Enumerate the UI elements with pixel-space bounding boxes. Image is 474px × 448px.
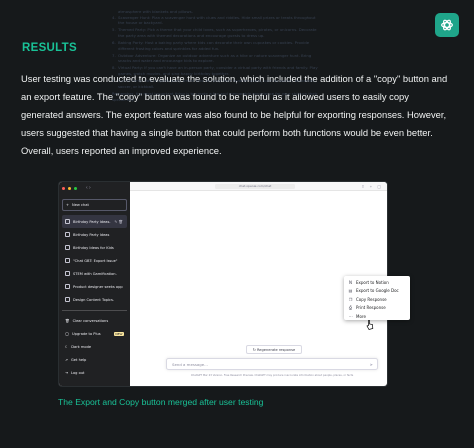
doc-icon: ▤ <box>348 288 353 294</box>
more-icon: ⋯ <box>348 313 353 319</box>
list-item: 8. Virtual Party: If you can't have an in… <box>112 65 318 76</box>
sidebar-chat-label: Birthday Party Ideas <box>73 232 110 237</box>
log-out-button[interactable]: ⇥ Log out <box>62 367 127 380</box>
browser-toolbar: chat.openai.com/chat ⇪ + ▢ <box>130 182 387 191</box>
sidebar-bottom-label: Upgrade to Plus <box>72 332 101 336</box>
list-item: 5. Themed Party: Pick a theme that your c… <box>112 27 317 38</box>
print-response-item[interactable]: ⎙ Print Response <box>344 304 410 313</box>
more-item[interactable]: ⋯ More <box>344 312 410 321</box>
chat-bubble-icon <box>65 297 70 302</box>
get-help-link[interactable]: ↗ Get help <box>62 354 127 367</box>
send-icon[interactable]: ➤ <box>370 359 373 370</box>
close-dot-icon[interactable] <box>62 186 65 190</box>
notion-icon: N <box>349 279 352 285</box>
moon-icon: ☾ <box>65 345 69 349</box>
new-chat-button[interactable]: + New chat <box>62 199 127 211</box>
sidebar-chat-item[interactable]: STEM with Gamification. <box>62 267 127 280</box>
window-controls: ‹ › <box>59 182 130 191</box>
logout-icon: ⇥ <box>65 371 69 375</box>
refresh-icon: ↻ <box>252 348 256 352</box>
chat-bubble-icon <box>65 258 70 263</box>
disclaimer-text: ChatGPT Mar 23 Version. Free Research Pr… <box>190 374 354 377</box>
section-title: RESULTS <box>22 42 77 54</box>
clear-conversations-button[interactable]: 🗑 Clear conversations <box>62 315 127 328</box>
export-copy-menu: N Export to Notion ▤ Export to Google Doc … <box>344 276 410 320</box>
chatgpt-screenshot: ‹ › + New chat Birthday Party Ideas. ✎🗑 … <box>59 182 387 386</box>
figure-caption: The Export and Copy button merged after … <box>58 397 264 407</box>
list-item: 6. Baking Party: Host a baking party wher… <box>112 39 310 51</box>
sidebar-chat-item[interactable]: Birthday Ideas for Kids <box>62 241 127 254</box>
response-closing: Remember, the most important thing is to… <box>112 91 318 102</box>
sidebar-bottom-label: Dark mode <box>71 345 92 349</box>
list-item: 9. Sports Party: Host a sports party wher… <box>112 78 316 89</box>
new-chat-label: New chat <box>72 203 89 207</box>
chat-bubble-icon <box>65 245 70 250</box>
back-forward-icon[interactable]: ‹ › <box>86 185 91 191</box>
export-google-doc-item[interactable]: ▤ Export to Google Doc <box>344 287 410 296</box>
copy-response-item[interactable]: ❐ Copy Response <box>344 295 410 304</box>
minimize-dot-icon[interactable] <box>68 186 71 190</box>
edit-delete-icon[interactable]: ✎🗑 <box>114 220 124 224</box>
sidebar-chat-label: Birthday Ideas for Kids <box>73 245 114 250</box>
sidebar-bottom-label: Clear conversations <box>72 319 109 323</box>
print-icon: ⎙ <box>348 305 353 311</box>
sidebar-chat-item[interactable]: Product designer seeks opp <box>62 280 127 293</box>
external-link-icon: ↗ <box>65 358 69 362</box>
plus-icon: + <box>66 203 70 207</box>
regenerate-button[interactable]: ↻ Regenerate response <box>246 345 302 354</box>
message-placeholder: Send a message... <box>172 362 208 367</box>
browser-action-icons[interactable]: ⇪ + ▢ <box>361 184 383 189</box>
chat-response: atmosphere with blankets and pillows. 4.… <box>112 9 318 102</box>
dark-mode-toggle[interactable]: ☾ Dark mode <box>62 341 127 354</box>
sidebar-chat-label: Product designer seeks opp <box>73 284 123 289</box>
trash-icon: 🗑 <box>65 319 70 323</box>
chat-bubble-icon <box>65 284 70 289</box>
chat-bubble-icon <box>65 271 70 276</box>
upgrade-plus-button[interactable]: ◯ Upgrade to Plus NEW <box>62 328 127 341</box>
sidebar-chat-item[interactable]: Design Content Topics. <box>62 293 127 306</box>
new-badge: NEW <box>113 332 124 336</box>
sidebar-chat-item[interactable]: Birthday Party Ideas. ✎🗑 <box>62 215 127 228</box>
sidebar-chat-item[interactable]: "Chat GBT: Export Issue" <box>62 254 127 267</box>
sidebar-chat-label: Design Content Topics. <box>73 297 115 302</box>
sidebar-bottom-label: Get help <box>71 358 87 362</box>
sidebar-divider <box>62 310 127 311</box>
response-list: 4. Scavenger Hunt: Plan a scavenger hunt … <box>112 15 318 90</box>
list-item: 7. Outdoor Adventure: Organize an outdoor… <box>112 52 312 64</box>
export-notion-item[interactable]: N Export to Notion <box>344 278 410 287</box>
address-bar[interactable]: chat.openai.com/chat <box>215 184 295 189</box>
chat-bubble-icon <box>65 232 70 237</box>
chat-sidebar: ‹ › + New chat Birthday Party Ideas. ✎🗑 … <box>59 182 130 386</box>
sidebar-bottom-label: Log out <box>71 371 85 375</box>
sidebar-chat-item[interactable]: Birthday Party Ideas <box>62 228 127 241</box>
openai-knot-icon <box>441 19 453 31</box>
maximize-dot-icon[interactable] <box>74 186 77 190</box>
openai-logo <box>435 13 459 37</box>
sidebar-chat-label: "Chat GBT: Export Issue" <box>73 258 118 263</box>
user-icon: ◯ <box>65 332 70 336</box>
sidebar-chat-label: STEM with Gamification. <box>73 271 117 276</box>
hand-cursor-icon <box>366 320 374 330</box>
list-item: 4. Scavenger Hunt: Plan a scavenger hunt … <box>112 14 316 26</box>
chat-bubble-icon <box>65 219 70 224</box>
sidebar-chat-label: Birthday Party Ideas. <box>73 219 111 224</box>
message-input[interactable]: Send a message... ➤ <box>166 358 378 370</box>
copy-icon: ❐ <box>348 296 353 302</box>
regenerate-label: Regenerate response <box>256 348 296 352</box>
